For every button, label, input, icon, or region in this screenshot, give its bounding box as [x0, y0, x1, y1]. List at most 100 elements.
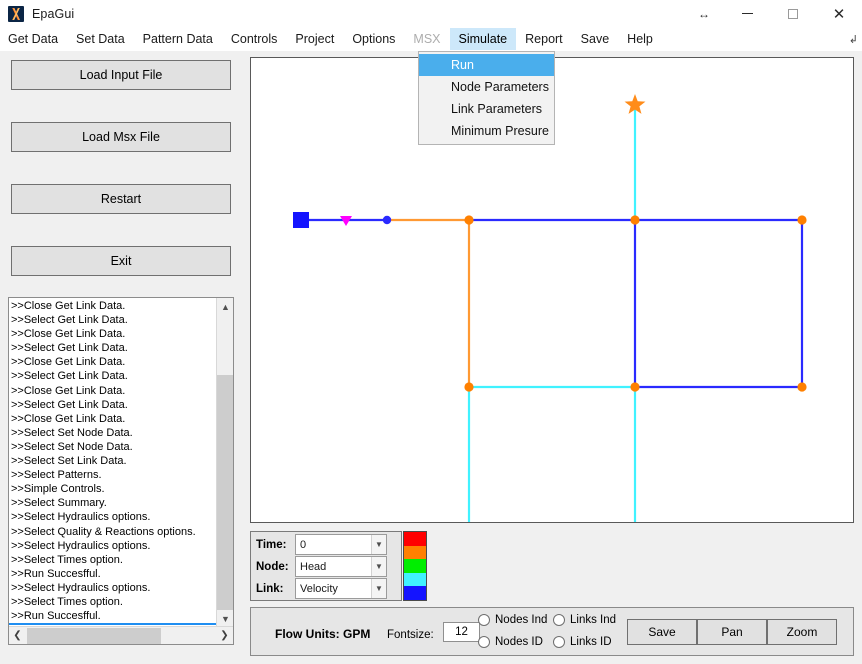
junction-node[interactable] — [630, 382, 640, 392]
menu-item-run[interactable]: Run — [419, 54, 554, 76]
menu-options[interactable]: Options — [343, 28, 404, 50]
flow-units-label: Flow Units: GPM — [275, 627, 371, 641]
log-line[interactable]: >>Close Get Link Data. — [9, 299, 217, 313]
radio-dot-icon — [478, 614, 490, 626]
log-vertical-scrollbar[interactable]: ▲ ▼ — [216, 298, 233, 627]
menu-set-data[interactable]: Set Data — [67, 28, 134, 50]
zoom-button[interactable]: Zoom — [767, 619, 837, 645]
log-line[interactable]: >>Select Get Link Data. — [9, 369, 217, 383]
menu-pattern-data[interactable]: Pattern Data — [134, 28, 222, 50]
link-row: Link: Velocity ▼ — [251, 578, 387, 599]
log-list-items[interactable]: >>Close Get Link Data. >>Select Get Link … — [9, 298, 217, 625]
log-line[interactable]: >>Run Succesfful. — [9, 623, 217, 625]
junction-node[interactable] — [464, 382, 474, 392]
node-row: Node: Head ▼ — [251, 556, 387, 577]
simulate-dropdown-menu[interactable]: Run Node Parameters Link Parameters Mini… — [418, 51, 555, 145]
log-hscroll-thumb[interactable] — [27, 628, 161, 644]
log-line[interactable]: >>Select Summary. — [9, 496, 217, 510]
window-controls: ↔ ✕ — [684, 0, 862, 28]
link-select[interactable]: Velocity ▼ — [295, 578, 387, 599]
menu-project[interactable]: Project — [286, 28, 343, 50]
reservoir-node[interactable] — [293, 212, 309, 228]
matlab-icon — [8, 5, 24, 22]
menu-controls[interactable]: Controls — [222, 28, 287, 50]
junction-node[interactable] — [382, 215, 392, 225]
junction-node[interactable] — [797, 382, 807, 392]
log-line[interactable]: >>Close Get Link Data. — [9, 327, 217, 341]
log-line[interactable]: >>Select Set Link Data. — [9, 454, 217, 468]
menu-simulate[interactable]: Simulate — [449, 28, 517, 50]
load-input-file-button[interactable]: Load Input File — [11, 60, 231, 90]
log-line[interactable]: >>Select Get Link Data. — [9, 398, 217, 412]
chevron-left-icon[interactable]: ❮ — [9, 627, 26, 644]
log-line[interactable]: >>Select Times option. — [9, 553, 217, 567]
menu-get-data[interactable]: Get Data — [0, 28, 67, 50]
radio-label: Links Ind — [570, 614, 617, 626]
log-line[interactable]: >>Select Hydraulics options. — [9, 510, 217, 524]
log-line[interactable]: >>Select Get Link Data. — [9, 341, 217, 355]
menu-item-minimum-presure[interactable]: Minimum Presure — [419, 120, 554, 142]
log-line[interactable]: >>Select Patterns. — [9, 468, 217, 482]
log-line[interactable]: >>Select Set Node Data. — [9, 426, 217, 440]
resize-icon[interactable]: ↔ — [684, 0, 724, 28]
save-button[interactable]: Save — [627, 619, 697, 645]
radio-nodes-id[interactable]: Nodes ID — [478, 636, 543, 648]
menu-save[interactable]: Save — [572, 28, 619, 50]
log-line[interactable]: >>Run Succesfful. — [9, 609, 217, 623]
maximize-button[interactable] — [770, 0, 816, 28]
log-line[interactable]: >>Select Set Node Data. — [9, 440, 217, 454]
radio-label: Nodes ID — [495, 636, 543, 648]
menu-item-link-parameters[interactable]: Link Parameters — [419, 98, 554, 120]
log-vscroll-thumb[interactable] — [217, 375, 233, 627]
radio-links-ind[interactable]: Links Ind — [553, 614, 616, 626]
load-msx-file-button[interactable]: Load Msx File — [11, 122, 231, 152]
legend-swatch — [404, 559, 426, 573]
minimize-button[interactable] — [724, 0, 770, 28]
legend-swatch — [404, 545, 426, 560]
color-legend — [403, 531, 427, 601]
pan-button[interactable]: Pan — [697, 619, 767, 645]
junction-node[interactable] — [630, 215, 640, 225]
node-label: Node: — [256, 560, 289, 573]
title-bar: EpaGui ↔ ✕ — [0, 0, 862, 28]
log-line[interactable]: >>Select Hydraulics options. — [9, 581, 217, 595]
menu-item-node-parameters[interactable]: Node Parameters — [419, 76, 554, 98]
log-horizontal-scrollbar[interactable]: ❮ ❯ — [9, 626, 233, 644]
time-label: Time: — [256, 538, 287, 551]
log-listbox[interactable]: >>Close Get Link Data. >>Select Get Link … — [8, 297, 234, 645]
close-button[interactable]: ✕ — [816, 0, 862, 28]
restart-button[interactable]: Restart — [11, 184, 231, 214]
radio-label: Links ID — [570, 636, 612, 648]
log-line[interactable]: >>Select Hydraulics options. — [9, 539, 217, 553]
fontsize-input[interactable]: 12 — [443, 622, 480, 642]
menu-report[interactable]: Report — [516, 28, 572, 50]
radio-links-id[interactable]: Links ID — [553, 636, 612, 648]
junction-node[interactable] — [464, 215, 474, 225]
chevron-down-icon[interactable]: ▼ — [217, 610, 233, 627]
menu-help[interactable]: Help — [618, 28, 662, 50]
chevron-down-icon[interactable]: ▼ — [371, 579, 386, 598]
chevron-down-icon[interactable]: ▼ — [371, 535, 386, 554]
time-select[interactable]: 0 ▼ — [295, 534, 387, 555]
chevron-right-icon[interactable]: ❯ — [216, 627, 233, 644]
log-line[interactable]: >>Close Get Link Data. — [9, 412, 217, 426]
log-line[interactable]: >>Close Get Link Data. — [9, 355, 217, 369]
chevron-up-icon[interactable]: ▲ — [217, 298, 233, 315]
link-label: Link: — [256, 582, 284, 595]
log-line[interactable]: >>Select Quality & Reactions options. — [9, 525, 217, 539]
radio-nodes-ind[interactable]: Nodes Ind — [478, 614, 547, 626]
log-line[interactable]: >>Select Times option. — [9, 595, 217, 609]
radio-dot-icon — [553, 614, 565, 626]
junction-node[interactable] — [797, 215, 807, 225]
node-select[interactable]: Head ▼ — [295, 556, 387, 577]
fontsize-label: Fontsize: — [387, 629, 434, 641]
log-line[interactable]: >>Select Get Link Data. — [9, 313, 217, 327]
log-line[interactable]: >>Simple Controls. — [9, 482, 217, 496]
time-value: 0 — [300, 538, 307, 551]
menu-overflow-icon[interactable]: ↲ — [849, 28, 862, 50]
chevron-down-icon[interactable]: ▼ — [371, 557, 386, 576]
exit-button[interactable]: Exit — [11, 246, 231, 276]
log-line[interactable]: >>Close Get Link Data. — [9, 384, 217, 398]
log-line[interactable]: >>Run Succesfful. — [9, 567, 217, 581]
radio-dot-icon — [478, 636, 490, 648]
